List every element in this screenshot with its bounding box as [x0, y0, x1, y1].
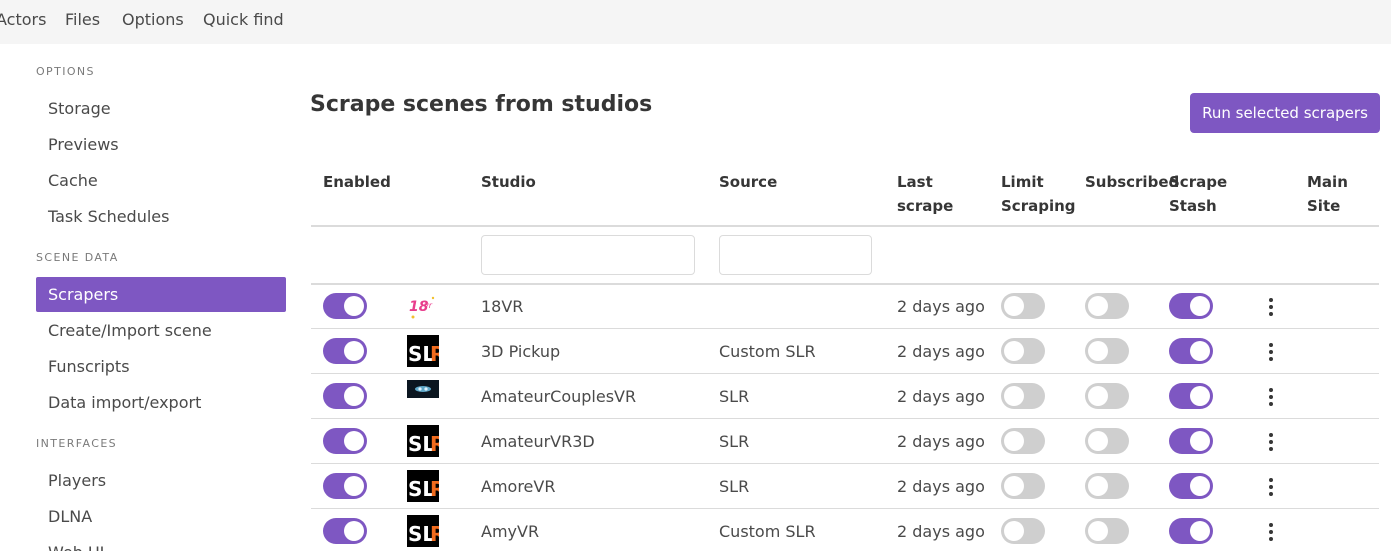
- slr-logo-icon: SL R: [407, 515, 439, 547]
- last-scrape-text: 2 days ago: [897, 432, 985, 451]
- svg-text:R: R: [430, 477, 439, 501]
- options-sidebar: OPTIONS Storage Previews Cache Task Sche…: [0, 44, 300, 551]
- row-menu-kebab-icon[interactable]: [1261, 296, 1281, 318]
- table-row: SL R AmyVR Custom SLR 2 days ago: [311, 509, 1379, 551]
- limit-scraping-toggle[interactable]: [1001, 293, 1045, 319]
- row-menu-kebab-icon[interactable]: [1261, 476, 1281, 498]
- subscribed-toggle[interactable]: [1085, 518, 1129, 544]
- last-scrape-text: 2 days ago: [897, 522, 985, 541]
- subscribed-toggle[interactable]: [1085, 383, 1129, 409]
- row-menu-kebab-icon[interactable]: [1261, 341, 1281, 363]
- subscribed-toggle[interactable]: [1085, 293, 1129, 319]
- scrape-stash-toggle[interactable]: [1169, 383, 1213, 409]
- limit-scraping-toggle[interactable]: [1001, 338, 1045, 364]
- last-scrape-text: 2 days ago: [897, 387, 985, 406]
- nav-item-options[interactable]: Options: [122, 10, 184, 30]
- table-row: SL R AmoreVR SLR 2 days ago: [311, 464, 1379, 509]
- menu-label-scene-data: SCENE DATA: [36, 251, 119, 264]
- sidebar-item-web-ui[interactable]: Web UI: [36, 535, 286, 551]
- subscribed-toggle[interactable]: [1085, 473, 1129, 499]
- sidebar-item-players[interactable]: Players: [36, 463, 286, 498]
- limit-scraping-toggle[interactable]: [1001, 383, 1045, 409]
- sidebar-item-funscripts[interactable]: Funscripts: [36, 349, 286, 384]
- studio-name[interactable]: AmyVR: [481, 509, 539, 551]
- column-header-subscribed[interactable]: Subscribed: [1085, 170, 1179, 194]
- sidebar-item-cache[interactable]: Cache: [36, 163, 286, 198]
- table-row: SL R 3D Pickup Custom SLR 2 days ago: [311, 329, 1379, 374]
- studio-name[interactable]: AmateurCouplesVR: [481, 374, 636, 419]
- scrape-stash-toggle[interactable]: [1169, 473, 1213, 499]
- nav-item-quick-find[interactable]: Quick find: [203, 10, 284, 30]
- studio-name[interactable]: 3D Pickup: [481, 329, 560, 374]
- limit-scraping-toggle[interactable]: [1001, 428, 1045, 454]
- column-header-main-site[interactable]: Main Site: [1307, 170, 1348, 218]
- studio-name[interactable]: 18VR: [481, 284, 523, 329]
- top-navbar: Actors Files Options Quick find: [0, 0, 1391, 44]
- source-text: SLR: [719, 432, 750, 451]
- slr-logo-icon: SL R: [407, 425, 439, 457]
- column-header-source[interactable]: Source: [719, 170, 777, 194]
- nav-item-files[interactable]: Files: [65, 10, 100, 30]
- studio-filter-input[interactable]: [481, 235, 695, 275]
- studio-name[interactable]: AmoreVR: [481, 464, 555, 509]
- sidebar-item-previews[interactable]: Previews: [36, 127, 286, 162]
- slr-logo-icon: SL R: [407, 335, 439, 367]
- header-divider: [311, 225, 1379, 227]
- subscribed-toggle[interactable]: [1085, 338, 1129, 364]
- limit-scraping-toggle[interactable]: [1001, 518, 1045, 544]
- svg-text:R: R: [430, 342, 439, 366]
- source-text: SLR: [719, 387, 750, 406]
- source-filter-input[interactable]: [719, 235, 872, 275]
- sidebar-item-storage[interactable]: Storage: [36, 91, 286, 126]
- menu-label-interfaces: INTERFACES: [36, 437, 118, 450]
- column-header-last-scrape[interactable]: Last scrape: [897, 170, 953, 218]
- sidebar-item-dlna[interactable]: DLNA: [36, 499, 286, 534]
- row-menu-kebab-icon[interactable]: [1261, 431, 1281, 453]
- nav-item-actors[interactable]: Actors: [0, 10, 46, 30]
- slr-logo-icon: SL R: [407, 470, 439, 502]
- enabled-toggle[interactable]: [323, 383, 367, 409]
- table-row: AmateurCouplesVR SLR 2 days ago: [311, 374, 1379, 419]
- enabled-toggle[interactable]: [323, 473, 367, 499]
- last-scrape-text: 2 days ago: [897, 297, 985, 316]
- source-text: Custom SLR: [719, 522, 816, 541]
- 18vr-logo-icon: 18 vr: [407, 290, 439, 322]
- studio-name[interactable]: AmateurVR3D: [481, 419, 595, 464]
- sidebar-item-data-import-export[interactable]: Data import/export: [36, 385, 286, 420]
- svg-text:vr: vr: [424, 301, 433, 310]
- table-row: SL R AmateurVR3D SLR 2 days ago: [311, 419, 1379, 464]
- enabled-toggle[interactable]: [323, 518, 367, 544]
- row-menu-kebab-icon[interactable]: [1261, 521, 1281, 543]
- sidebar-item-scrapers[interactable]: Scrapers: [36, 277, 286, 312]
- scrape-stash-toggle[interactable]: [1169, 338, 1213, 364]
- source-text: Custom SLR: [719, 342, 816, 361]
- sidebar-item-task-schedules[interactable]: Task Schedules: [36, 199, 286, 234]
- scrape-stash-toggle[interactable]: [1169, 293, 1213, 319]
- subscribed-toggle[interactable]: [1085, 428, 1129, 454]
- menu-label-options: OPTIONS: [36, 65, 95, 78]
- enabled-toggle[interactable]: [323, 293, 367, 319]
- svg-text:R: R: [430, 432, 439, 456]
- column-header-scrape-stash[interactable]: Scrape Stash: [1169, 170, 1227, 218]
- last-scrape-text: 2 days ago: [897, 342, 985, 361]
- column-header-studio[interactable]: Studio: [481, 170, 536, 194]
- enabled-toggle[interactable]: [323, 428, 367, 454]
- column-header-enabled[interactable]: Enabled: [323, 170, 391, 194]
- page-title: Scrape scenes from studios: [310, 92, 653, 117]
- run-selected-scrapers-button[interactable]: Run selected scrapers: [1190, 93, 1380, 133]
- amateurcouplesvr-logo-icon: [407, 380, 439, 412]
- last-scrape-text: 2 days ago: [897, 477, 985, 496]
- sidebar-item-create-import-scene[interactable]: Create/Import scene: [36, 313, 286, 348]
- enabled-toggle[interactable]: [323, 338, 367, 364]
- scrape-stash-toggle[interactable]: [1169, 428, 1213, 454]
- source-text: SLR: [719, 477, 750, 496]
- svg-text:R: R: [430, 522, 439, 546]
- column-header-limit-scraping[interactable]: Limit Scraping: [1001, 170, 1076, 218]
- table-row: 18 vr 18VR 2 days ago: [311, 284, 1379, 329]
- limit-scraping-toggle[interactable]: [1001, 473, 1045, 499]
- row-menu-kebab-icon[interactable]: [1261, 386, 1281, 408]
- scrape-stash-toggle[interactable]: [1169, 518, 1213, 544]
